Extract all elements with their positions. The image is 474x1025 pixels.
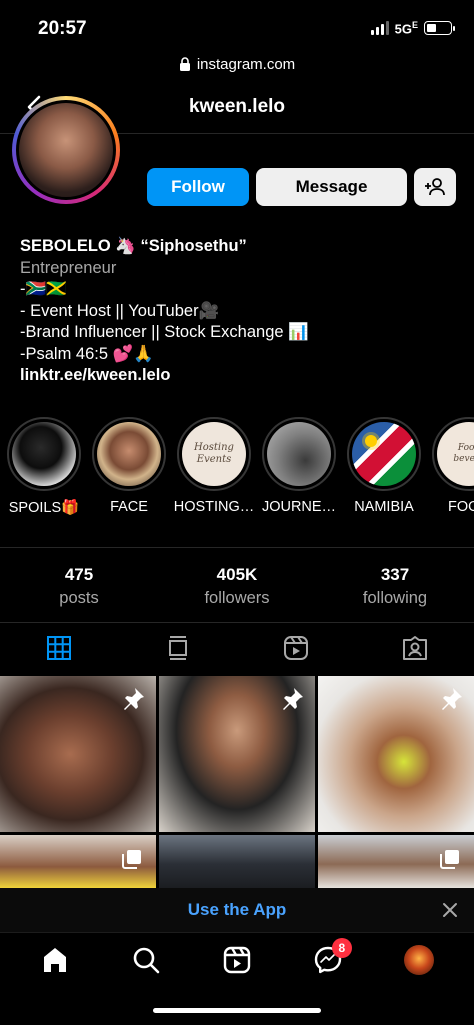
- highlight-label: JOURNE…: [261, 499, 337, 515]
- follow-button[interactable]: Follow: [147, 168, 249, 206]
- url-text: instagram.com: [196, 55, 296, 73]
- highlight-label: FACE: [110, 499, 148, 515]
- profile-avatar[interactable]: [12, 96, 120, 204]
- home-indicator: [153, 1008, 321, 1013]
- bio-link[interactable]: linktr.ee/kween.lelo: [20, 365, 309, 387]
- stat-posts: 475 posts: [0, 548, 158, 622]
- tab-reels[interactable]: [237, 622, 356, 674]
- stat-label: following: [362, 589, 428, 607]
- reels-icon: [284, 636, 309, 660]
- status-icons: 5GE: [370, 20, 455, 37]
- profile-bio: SEBOLELO 🦄 “Siphosethu” Entrepreneur -🇿🇦…: [20, 236, 309, 387]
- bio-line: -Psalm 46:5 💕🙏: [20, 344, 154, 363]
- tab-posts-grid[interactable]: [0, 622, 119, 674]
- stat-value: 337: [380, 565, 410, 584]
- network-label: 5GE: [394, 20, 418, 37]
- reels-icon: [223, 946, 251, 974]
- balloons-photo: [12, 422, 76, 486]
- nav-search[interactable]: [130, 944, 162, 976]
- post-thumbnail[interactable]: [0, 835, 156, 888]
- tagged-icon: [402, 636, 427, 660]
- highlight-label: SPOILS🎁: [8, 500, 80, 516]
- profile-category: Entrepreneur: [20, 258, 117, 277]
- messages-badge: 8: [331, 938, 352, 958]
- post-thumbnail[interactable]: [318, 835, 474, 888]
- highlight-label: FOOD: [448, 499, 474, 515]
- highlight-label: NAMIBIA: [354, 499, 414, 515]
- nav-home[interactable]: [39, 944, 71, 976]
- message-button[interactable]: Message: [256, 168, 407, 206]
- highlight-journey[interactable]: JOURNE…: [256, 417, 342, 515]
- battery-icon: [424, 21, 455, 36]
- status-time: 20:57: [38, 18, 87, 39]
- post-thumbnail[interactable]: [0, 676, 156, 832]
- carousel-icon: [122, 850, 141, 869]
- profile-stats: 475 posts 405K followers 337 following: [0, 548, 474, 622]
- nav-messages[interactable]: 8: [312, 938, 352, 976]
- pin-icon: [283, 688, 303, 710]
- hosting-events-card: Hosting Events: [182, 422, 246, 486]
- tab-tagged[interactable]: [356, 622, 474, 674]
- stat-value: 475: [64, 565, 94, 584]
- highlight-food[interactable]: Food bevera FOOD: [426, 417, 474, 515]
- lock-icon: [179, 57, 190, 71]
- highlight-hosting[interactable]: Hosting Events HOSTING…: [171, 417, 257, 515]
- stat-followers[interactable]: 405K followers: [158, 548, 316, 622]
- highlight-spoils[interactable]: SPOILS🎁: [1, 417, 87, 516]
- food-card: Food bevera: [437, 422, 474, 486]
- profile-name: SEBOLELO 🦄 “Siphosethu”: [20, 237, 247, 255]
- use-app-banner[interactable]: Use the App: [0, 888, 474, 932]
- highlight-namibia[interactable]: NAMIBIA: [341, 417, 427, 515]
- post-thumbnail[interactable]: [159, 835, 315, 888]
- nav-profile[interactable]: [403, 944, 435, 976]
- stat-following[interactable]: 337 following: [316, 548, 474, 622]
- profile-actions: Follow Message: [147, 168, 456, 206]
- stat-value: 405K: [216, 565, 258, 584]
- search-icon: [133, 947, 160, 974]
- use-app-link[interactable]: Use the App: [188, 900, 287, 920]
- pin-icon: [124, 688, 144, 710]
- grid-icon: [47, 636, 72, 660]
- gray-photo: [267, 422, 331, 486]
- home-icon: [44, 948, 67, 972]
- feed-icon: [168, 636, 187, 660]
- story-highlights: SPOILS🎁 FACE Hosting Events HOSTING… JOU…: [0, 417, 474, 522]
- tab-feed[interactable]: [119, 622, 238, 674]
- profile-username: kween.lelo: [188, 95, 286, 117]
- bio-line: - Event Host || YouTuber🎥: [20, 301, 220, 320]
- signal-icon: [370, 21, 389, 36]
- bio-line: -Brand Influencer || Stock Exchange 📊: [20, 323, 309, 341]
- highlight-label: HOSTING…: [173, 499, 255, 515]
- post-thumbnail[interactable]: [318, 676, 474, 832]
- url-bar[interactable]: instagram.com: [0, 48, 474, 80]
- namibia-flag-icon: [352, 422, 416, 486]
- portrait-photo: [97, 422, 161, 486]
- bio-line: -🇿🇦🇯🇲: [20, 280, 67, 298]
- stat-label: followers: [204, 589, 270, 607]
- pin-icon: [442, 688, 462, 710]
- profile-tabs: [0, 622, 474, 674]
- carousel-icon: [440, 850, 459, 869]
- profile-avatar-small: [403, 945, 434, 975]
- add-person-icon: [425, 178, 445, 196]
- post-thumbnail[interactable]: [159, 676, 315, 832]
- nav-reels[interactable]: [221, 944, 253, 976]
- highlight-face[interactable]: FACE: [86, 417, 172, 515]
- close-icon[interactable]: [442, 902, 458, 918]
- status-bar: 20:57 5GE: [0, 0, 474, 48]
- stat-label: posts: [59, 589, 99, 607]
- suggested-users-button[interactable]: [414, 168, 456, 206]
